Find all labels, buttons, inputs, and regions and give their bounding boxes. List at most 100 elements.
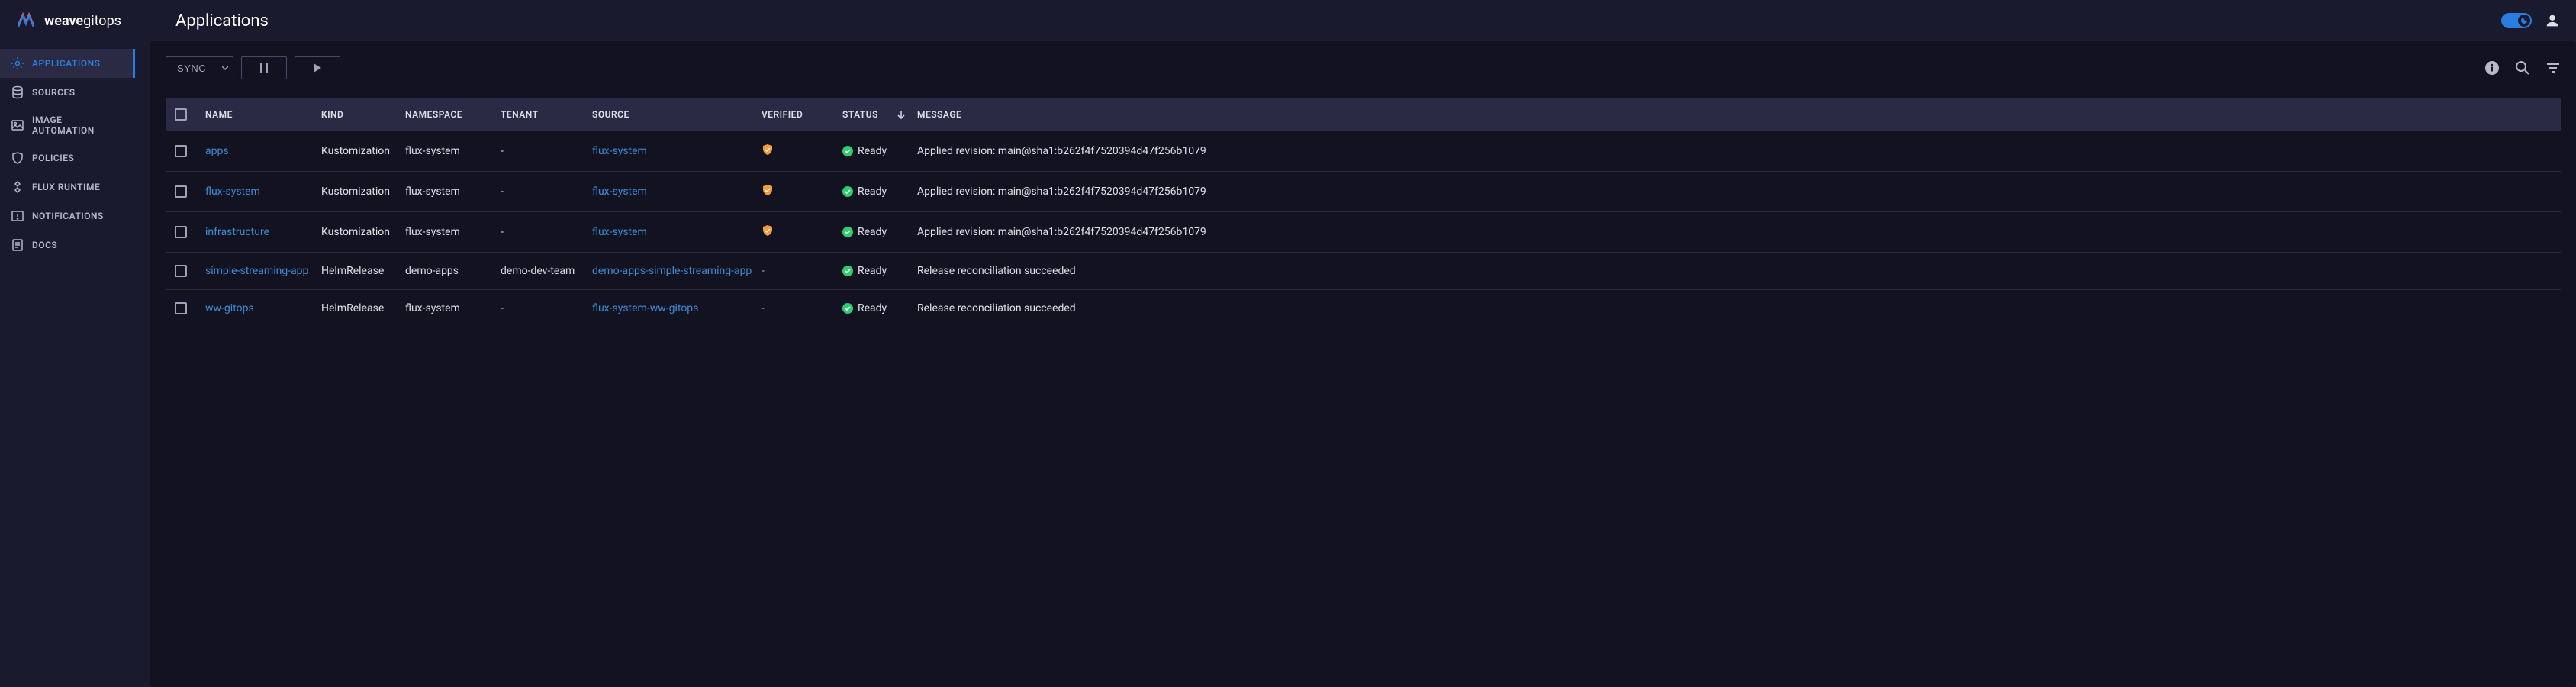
col-header-kind[interactable]: KIND — [321, 109, 405, 120]
sidebar-item-label: FLUX RUNTIME — [32, 182, 100, 192]
source-link[interactable]: flux-system-ww-gitops — [592, 302, 698, 314]
top-header: weavegitops Applications — [0, 0, 2576, 41]
table-header: NAME KIND NAMESPACE TENANT SOURCE VERIFI… — [166, 98, 2561, 131]
arrow-down-icon — [897, 110, 906, 119]
pause-button[interactable] — [241, 56, 287, 79]
image-icon — [11, 118, 24, 132]
info-icon[interactable] — [2484, 60, 2500, 76]
cell-namespace: flux-system — [405, 226, 501, 238]
logo[interactable]: weavegitops — [15, 10, 153, 31]
verified-shield-icon — [762, 144, 774, 156]
cell-message: Applied revision: main@sha1:b262f4f75203… — [917, 145, 2552, 157]
cell-kind: HelmRelease — [321, 302, 405, 314]
cell-message: Release reconciliation succeeded — [917, 265, 2552, 277]
col-header-status[interactable]: STATUS — [842, 109, 917, 120]
shield-icon — [11, 151, 24, 165]
row-checkbox[interactable] — [175, 145, 187, 157]
toolbar-right — [2484, 60, 2561, 76]
cell-tenant: - — [501, 302, 592, 314]
cell-status: Ready — [842, 145, 917, 157]
col-header-namespace[interactable]: NAMESPACE — [405, 109, 501, 120]
cell-kind: Kustomization — [321, 226, 405, 238]
cell-status: Ready — [842, 265, 917, 277]
table-row: ww-gitops HelmRelease flux-system - flux… — [166, 290, 2561, 327]
source-link[interactable]: flux-system — [592, 226, 647, 238]
row-checkbox[interactable] — [175, 226, 187, 238]
search-icon[interactable] — [2515, 60, 2530, 76]
verified-dash: - — [762, 302, 765, 314]
verified-shield-icon — [762, 224, 774, 237]
source-link[interactable]: flux-system — [592, 145, 647, 157]
sidebar-item-sources[interactable]: SOURCES — [0, 78, 135, 107]
database-icon — [11, 85, 24, 99]
source-link[interactable]: demo-apps-simple-streaming-app — [592, 265, 752, 277]
play-button[interactable] — [295, 56, 340, 79]
verified-dash: - — [762, 265, 765, 277]
page-title: Applications — [175, 11, 269, 31]
sidebar-item-label: IMAGE AUTOMATION — [32, 114, 124, 136]
cell-namespace: flux-system — [405, 185, 501, 198]
status-text: Ready — [858, 302, 887, 314]
app-name-link[interactable]: apps — [205, 145, 229, 157]
docs-icon — [11, 238, 24, 252]
cell-kind: HelmRelease — [321, 265, 405, 277]
row-checkbox[interactable] — [175, 302, 187, 314]
col-header-name[interactable]: NAME — [205, 109, 321, 120]
header-right — [2501, 12, 2561, 29]
sidebar-item-applications[interactable]: APPLICATIONS — [0, 49, 135, 78]
sidebar-item-image-automation[interactable]: IMAGE AUTOMATION — [0, 107, 135, 144]
sidebar-item-notifications[interactable]: NOTIFICATIONS — [0, 202, 135, 231]
logo-text: weavegitops — [44, 13, 121, 29]
cell-message: Applied revision: main@sha1:b262f4f75203… — [917, 226, 2552, 238]
status-text: Ready — [858, 145, 887, 157]
cell-verified: - — [762, 265, 842, 277]
layout: APPLICATIONS SOURCES IMAGE AUTOMATION PO… — [0, 41, 2576, 687]
col-header-tenant[interactable]: TENANT — [501, 109, 592, 120]
app-name-link[interactable]: simple-streaming-app — [205, 265, 308, 277]
filter-icon[interactable] — [2545, 60, 2561, 76]
cell-status: Ready — [842, 302, 917, 314]
cell-message: Release reconciliation succeeded — [917, 302, 2552, 314]
app-name-link[interactable]: flux-system — [205, 185, 260, 198]
play-icon — [314, 63, 321, 73]
cell-namespace: flux-system — [405, 145, 501, 157]
sidebar-item-policies[interactable]: POLICIES — [0, 144, 135, 173]
app-name-link[interactable]: infrastructure — [205, 226, 269, 238]
cell-tenant: - — [501, 145, 592, 157]
sidebar: APPLICATIONS SOURCES IMAGE AUTOMATION PO… — [0, 41, 135, 687]
status-text: Ready — [858, 185, 887, 198]
sidebar-item-docs[interactable]: DOCS — [0, 231, 135, 260]
dark-mode-toggle[interactable] — [2501, 13, 2532, 28]
sync-button[interactable]: SYNC — [166, 56, 217, 79]
row-checkbox[interactable] — [175, 265, 187, 277]
sidebar-item-label: POLICIES — [32, 153, 74, 163]
sidebar-item-label: NOTIFICATIONS — [32, 211, 104, 221]
source-link[interactable]: flux-system — [592, 185, 647, 198]
check-circle-icon — [842, 186, 853, 197]
col-header-verified[interactable]: VERIFIED — [762, 109, 842, 120]
user-icon[interactable] — [2544, 12, 2561, 29]
notification-icon — [11, 209, 24, 223]
cell-tenant: demo-dev-team — [501, 265, 592, 277]
table-row: infrastructure Kustomization flux-system… — [166, 212, 2561, 253]
cell-kind: Kustomization — [321, 185, 405, 198]
col-header-message[interactable]: MESSAGE — [917, 109, 2552, 120]
select-all-checkbox[interactable] — [175, 108, 187, 121]
check-circle-icon — [842, 303, 853, 314]
check-circle-icon — [842, 146, 853, 156]
pause-icon — [260, 63, 268, 73]
cell-status: Ready — [842, 226, 917, 238]
sync-button-group: SYNC — [166, 56, 233, 79]
cell-verified — [762, 184, 842, 199]
sidebar-item-label: APPLICATIONS — [32, 58, 100, 69]
sync-dropdown-button[interactable] — [217, 56, 233, 79]
row-checkbox[interactable] — [175, 185, 187, 198]
app-name-link[interactable]: ww-gitops — [205, 302, 254, 314]
moon-icon — [2518, 15, 2530, 27]
col-header-source[interactable]: SOURCE — [592, 109, 762, 120]
sidebar-item-flux-runtime[interactable]: FLUX RUNTIME — [0, 173, 135, 202]
cell-message: Applied revision: main@sha1:b262f4f75203… — [917, 185, 2552, 198]
cell-verified — [762, 224, 842, 240]
cell-verified: - — [762, 302, 842, 314]
sidebar-item-label: SOURCES — [32, 87, 76, 98]
